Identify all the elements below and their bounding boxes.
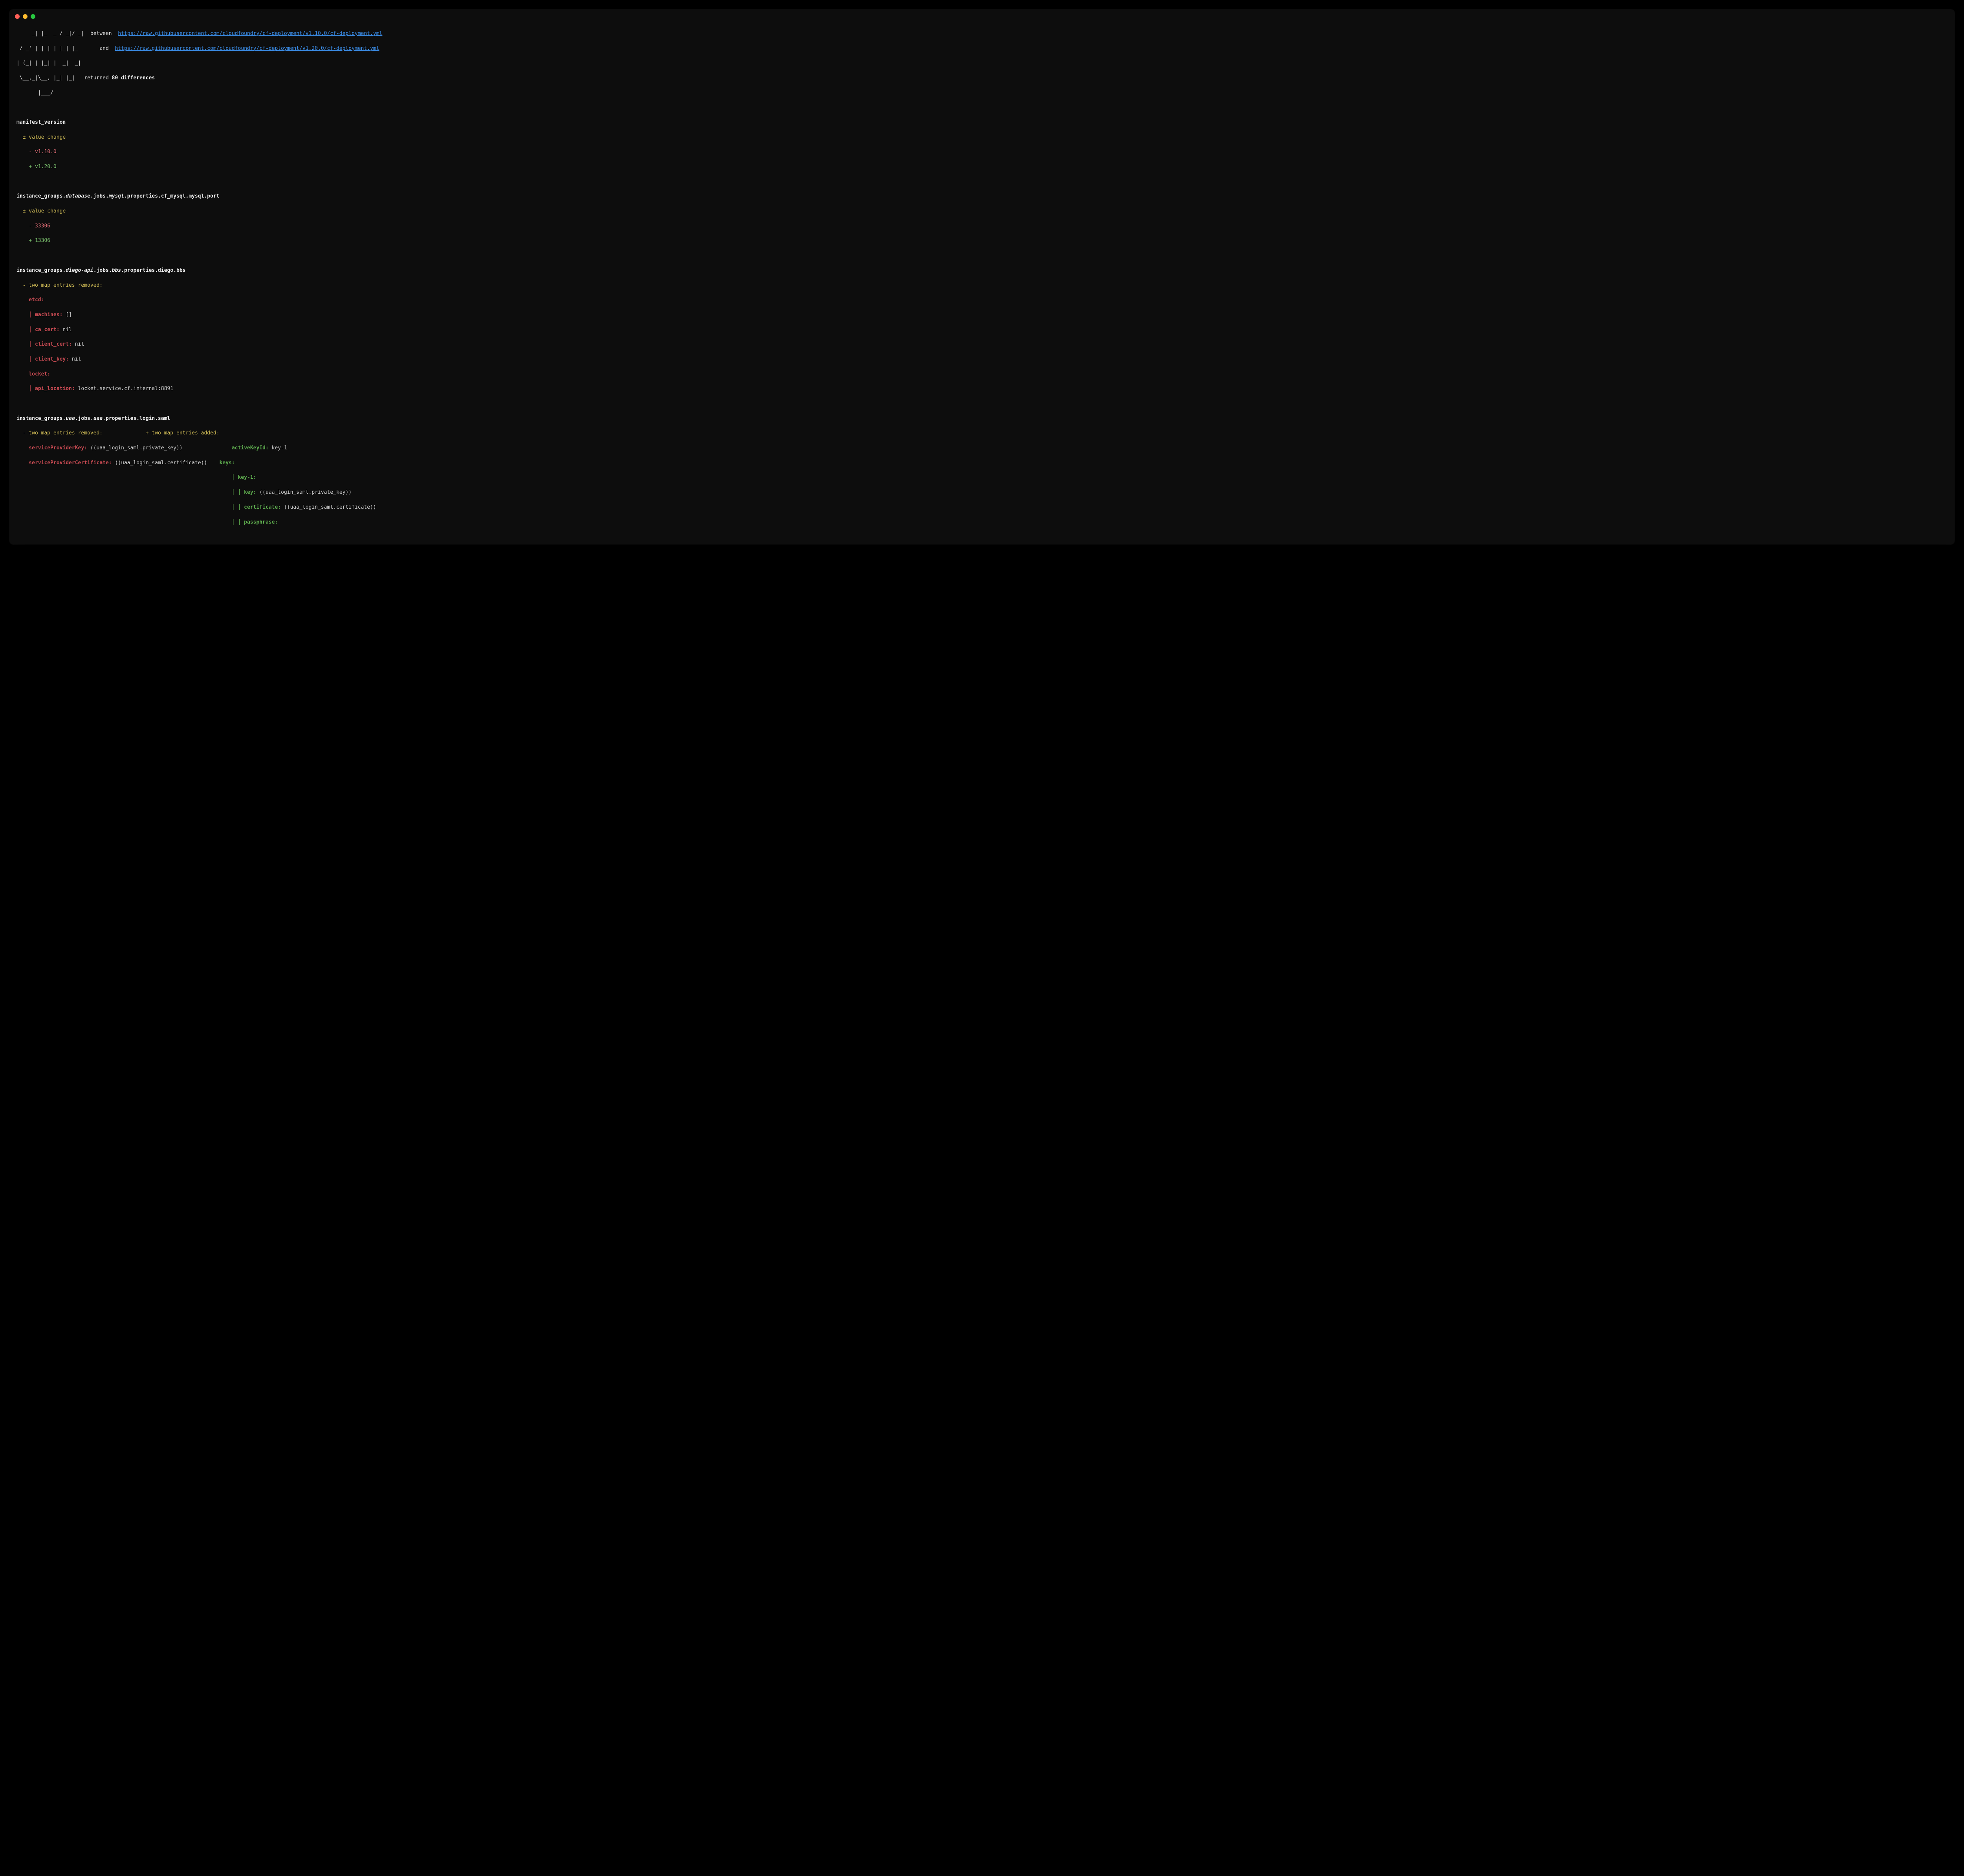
value-change-label: ± value change [16, 208, 66, 214]
maximize-icon[interactable] [31, 14, 35, 19]
entries-removed-label: - two map entries removed: [16, 282, 103, 288]
diff-removed: - 33306 [16, 223, 50, 229]
entries-added-label: + two map entries added: [146, 430, 220, 436]
removed-key: │ client_key: [16, 356, 69, 362]
removed-val: nil [69, 356, 81, 362]
added-val: key-1 [269, 445, 287, 451]
removed-key: │ api_location: [16, 386, 75, 392]
removed-val: nil [72, 341, 84, 347]
added-val: ((uaa_login_saml.private_key)) [256, 489, 352, 495]
diff-removed: - v1.10.0 [16, 149, 57, 155]
terminal-content: _| |_ _ / _|/ _| between https://raw.git… [9, 19, 1955, 544]
removed-key: │ machines: [16, 312, 62, 318]
removed-key: locket: [16, 371, 50, 377]
added-key: │ │ passphrase: [225, 519, 278, 525]
ascii-logo-line: _| |_ _ / _|/ _| [16, 31, 84, 37]
added-key: │ │ key: [225, 489, 256, 495]
ascii-logo-line: / _' | | | | |_| |_ [16, 46, 81, 51]
ascii-logo-line: | (_| | |_| | _| _| [16, 60, 81, 66]
added-key: keys: [213, 460, 235, 466]
entries-removed-label: - two map entries removed: [16, 430, 103, 436]
window-titlebar [9, 9, 1955, 19]
returned-label: returned [81, 75, 112, 81]
removed-key: │ client_cert: [16, 341, 72, 347]
close-icon[interactable] [15, 14, 20, 19]
url-to[interactable]: https://raw.githubusercontent.com/cloudf… [115, 46, 379, 51]
and-label: and [81, 46, 115, 51]
diff-added: + v1.20.0 [16, 164, 57, 170]
added-val: ((uaa_login_saml.certificate)) [281, 504, 376, 510]
between-label: between [84, 31, 118, 37]
url-from[interactable]: https://raw.githubusercontent.com/cloudf… [118, 31, 382, 37]
ascii-logo-line: \__,_|\__, |_| |_| [16, 75, 81, 81]
diff-added: + 13306 [16, 238, 50, 244]
added-key: │ key-1: [225, 474, 256, 480]
added-key: │ │ certificate: [225, 504, 281, 510]
diff-path: instance_groups.diego-api.jobs.bbs.prope… [16, 267, 186, 273]
removed-key: etcd: [16, 297, 44, 303]
terminal-window: _| |_ _ / _|/ _| between https://raw.git… [9, 9, 1955, 544]
minimize-icon[interactable] [23, 14, 27, 19]
removed-val: [] [62, 312, 71, 318]
removed-key: │ ca_cert: [16, 327, 60, 333]
value-change-label: ± value change [16, 134, 66, 140]
added-key: activeKeyId: [225, 445, 269, 451]
diff-count: 80 differences [112, 75, 155, 81]
removed-val: locket.service.cf.internal:8891 [75, 386, 173, 392]
removed-key: serviceProviderKey: [16, 445, 87, 451]
diff-path: manifest_version [16, 119, 66, 125]
removed-val: nil [60, 327, 72, 333]
diff-path: instance_groups.uaa.jobs.uaa.properties.… [16, 416, 170, 421]
ascii-logo-line: |___/ [16, 90, 81, 96]
removed-val: ((uaa_login_saml.private_key)) [87, 445, 183, 451]
diff-path: instance_groups.database.jobs.mysql.prop… [16, 193, 220, 199]
removed-val: ((uaa_login_saml.certificate)) [112, 460, 207, 466]
removed-key: serviceProviderCertificate: [16, 460, 112, 466]
